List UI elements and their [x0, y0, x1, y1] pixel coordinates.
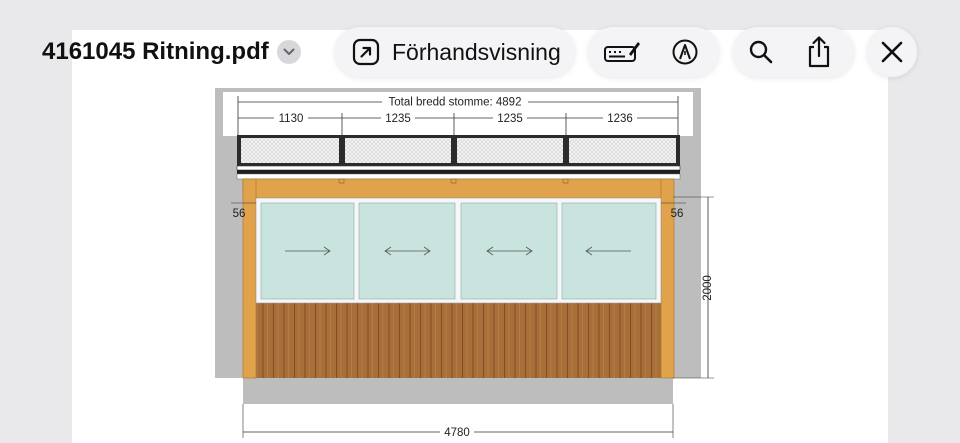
pdf-page: [72, 30, 888, 443]
chevron-down-icon[interactable]: [276, 40, 301, 64]
share-button[interactable]: [789, 27, 849, 77]
annotate-button[interactable]: [656, 27, 714, 77]
close-icon: [880, 40, 904, 64]
pen-tip-icon: [671, 38, 699, 66]
open-arrow-icon: [352, 38, 380, 66]
markup-tools: [588, 27, 719, 77]
search-icon: [748, 39, 774, 65]
preview-label: Förhandsvisning: [392, 38, 561, 65]
document-title: 4161045 Ritning.pdf: [42, 38, 269, 65]
markup-button[interactable]: [588, 27, 656, 77]
preview-button[interactable]: Förhandsvisning: [335, 27, 575, 77]
close-button[interactable]: [867, 27, 917, 77]
share-icon: [805, 35, 833, 69]
search-button[interactable]: [733, 27, 789, 77]
document-title-group[interactable]: 4161045 Ritning.pdf: [42, 36, 301, 68]
search-share-tools: [733, 27, 854, 77]
markup-pen-icon: [603, 39, 641, 65]
